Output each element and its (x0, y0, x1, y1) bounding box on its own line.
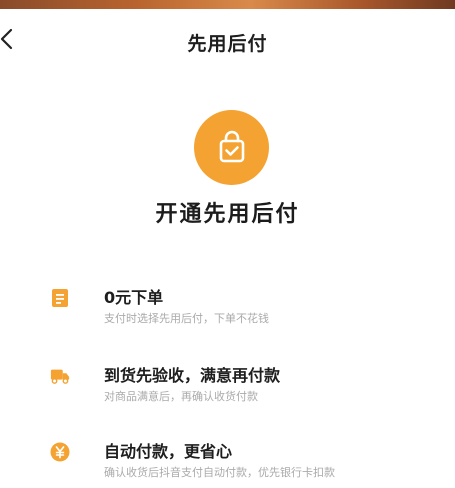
navigation-bar: 先用后付 (0, 9, 455, 73)
feature-title: 自动付款，更省心 (104, 442, 233, 461)
document-icon (50, 288, 70, 308)
feature-item-inspect-first: 到货先验收，满意再付款 对商品满意后，再确认收货付款 (50, 362, 450, 412)
feature-item-zero-order: 0元下单 支付时选择先用后付，下单不花钱 (50, 284, 450, 334)
feature-description: 支付时选择先用后付，下单不花钱 (104, 312, 269, 325)
yuan-coin-icon (50, 442, 70, 462)
delivery-truck-icon (50, 366, 70, 386)
feature-title: 0元下单 (104, 288, 164, 307)
feature-description: 对商品满意后，再确认收货付款 (104, 390, 258, 403)
feature-description: 确认收货后抖音支付自动付款，优先银行卡扣款 (104, 466, 335, 479)
feature-title: 到货先验收，满意再付款 (104, 366, 281, 385)
shopping-bag-check-icon (194, 110, 269, 185)
top-image-strip (0, 0, 455, 9)
hero-title: 开通先用后付 (155, 202, 300, 227)
page-title: 先用后付 (187, 33, 268, 55)
